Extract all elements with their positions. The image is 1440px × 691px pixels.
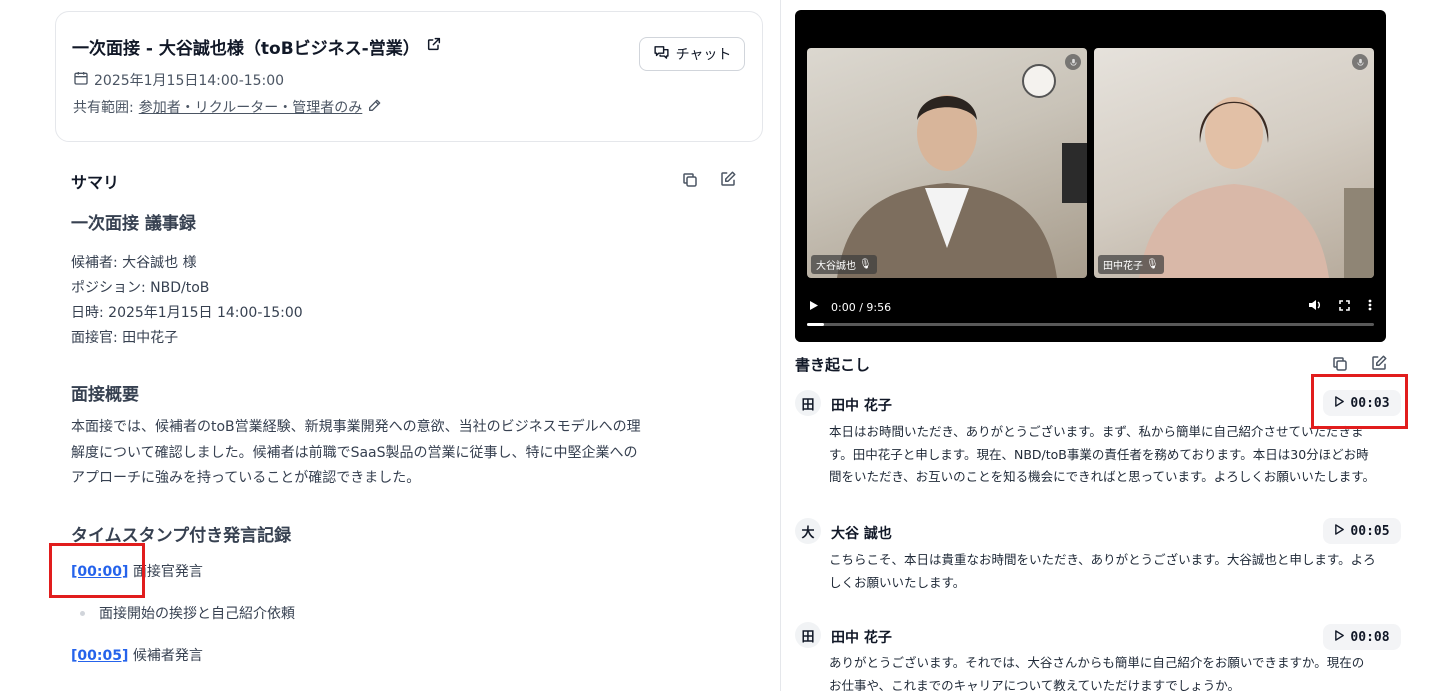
pencil-icon[interactable] bbox=[367, 97, 383, 117]
highlight-box-timestamp bbox=[49, 543, 145, 598]
summary-panel: 一次面接 - 大谷誠也様（toBビジネス-営業） チャット 2025年1月15日… bbox=[0, 0, 780, 691]
detail-datetime: 日時: 2025年1月15日 14:00-15:00 bbox=[71, 302, 303, 322]
detail-position: ポジション: NBD/toB bbox=[71, 277, 209, 297]
meeting-title[interactable]: 一次面接 - 大谷誠也様（toBビジネス-営業） bbox=[72, 34, 442, 59]
transcript-line: こちらこそ、本日は貴重なお時間をいただき、ありがとうございます。大谷誠也と申しま… bbox=[829, 552, 1376, 567]
transcript-line: お仕事や、これまでのキャリアについて教えていただけますでしょうか。 bbox=[829, 677, 1241, 691]
play-icon bbox=[1334, 629, 1345, 645]
overview-line: 解度について確認しました。候補者は前職でSaaS製品の営業に従事し、特に中堅企業… bbox=[71, 444, 638, 461]
person-silhouette-icon bbox=[1139, 97, 1374, 278]
meeting-date-row: 2025年1月15日14:00-15:00 bbox=[73, 70, 284, 90]
mic-icon bbox=[1352, 54, 1368, 70]
mic-icon bbox=[1065, 54, 1081, 70]
bullet-dot bbox=[80, 610, 85, 616]
calendar-icon bbox=[73, 70, 89, 90]
speaker-avatar: 田 bbox=[795, 390, 821, 416]
detail-label: 候補者: bbox=[71, 255, 118, 271]
speaker-name: 田中 花子 bbox=[831, 630, 892, 646]
video-tile-candidate: 大谷誠也 🎙 bbox=[807, 48, 1087, 278]
copy-icon[interactable] bbox=[1330, 354, 1350, 374]
video-progress-bar[interactable] bbox=[807, 323, 1374, 326]
overview-title: 面接概要 bbox=[71, 385, 139, 405]
participant-name: 田中花子 bbox=[1103, 261, 1143, 272]
edit-icon[interactable] bbox=[718, 169, 738, 189]
detail-label: 面接官: bbox=[71, 330, 118, 346]
detail-interviewer: 面接官: 田中花子 bbox=[71, 327, 178, 347]
highlight-box-transcript-timestamp bbox=[1311, 374, 1408, 429]
meeting-title-text: 一次面接 - 大谷誠也様（toBビジネス-営業） bbox=[72, 39, 420, 59]
play-icon[interactable] bbox=[809, 296, 819, 315]
fullscreen-icon[interactable] bbox=[1339, 296, 1350, 315]
record-row: [00:05] 候補者発言 bbox=[71, 645, 203, 665]
transcript-heading: 書き起こし bbox=[795, 356, 871, 374]
more-options-icon[interactable] bbox=[1368, 296, 1372, 315]
video-player[interactable]: 大谷誠也 🎙 田中花子 🎙 0:00 / 9:56 bbox=[795, 10, 1386, 342]
participant-name-tag: 田中花子 🎙 bbox=[1098, 255, 1164, 274]
transcript-line: す。田中花子と申します。現在、NBD/toB事業の責任者を務めております。本日は… bbox=[829, 446, 1369, 462]
timestamp-play-button[interactable]: 00:08 bbox=[1323, 624, 1401, 650]
detail-value: 田中花子 bbox=[122, 330, 179, 346]
transcript-text: ありがとうございます。それでは、大谷さんからも簡単に自己紹介をお願いできますか。… bbox=[829, 652, 1401, 691]
chat-icon bbox=[653, 44, 670, 65]
minutes-title: 一次面接 議事録 bbox=[71, 214, 196, 234]
share-scope-row: 共有範囲: 参加者・リクルーター・管理者のみ bbox=[73, 97, 383, 117]
meeting-date: 2025年1月15日14:00-15:00 bbox=[94, 73, 285, 89]
transcript-line: 間をいただき、お互いのことを知る機会にできればと思っています。よろしくお願いいた… bbox=[829, 469, 1376, 484]
speaker-avatar: 田 bbox=[795, 622, 821, 648]
timestamp-link[interactable]: [00:05] bbox=[71, 648, 128, 664]
speaker-name: 田中 花子 bbox=[831, 398, 892, 414]
copy-icon[interactable] bbox=[680, 170, 700, 190]
speaker-name: 大谷 誠也 bbox=[831, 526, 892, 542]
transcript-line: ありがとうございます。それでは、大谷さんからも簡単に自己紹介をお願いできますか。… bbox=[829, 655, 1365, 670]
participant-name-tag: 大谷誠也 🎙 bbox=[811, 255, 877, 274]
video-time: 0:00 / 9:56 bbox=[831, 301, 892, 314]
detail-label: ポジション: bbox=[71, 280, 146, 296]
edit-icon[interactable] bbox=[1369, 353, 1389, 373]
video-progress-fill bbox=[807, 323, 824, 326]
detail-candidate: 候補者: 大谷誠也 様 bbox=[71, 252, 197, 272]
share-scope-link[interactable]: 参加者・リクルーター・管理者のみ bbox=[139, 97, 363, 117]
chat-button[interactable]: チャット bbox=[639, 37, 745, 71]
timestamp-label: 00:05 bbox=[1350, 523, 1390, 539]
transcript-text: 本日はお時間いただき、ありがとうございます。まず、私から簡単に自己紹介させていた… bbox=[829, 421, 1401, 489]
detail-label: 日時: bbox=[71, 305, 104, 321]
summary-heading: サマリ bbox=[71, 173, 120, 192]
video-tile-interviewer: 田中花子 🎙 bbox=[1094, 48, 1374, 278]
timestamp-play-button[interactable]: 00:05 bbox=[1323, 518, 1401, 544]
overview-paragraph: 本面接では、候補者のtoB営業経験、新規事業開発への意欲、当社のビジネスモデルへ… bbox=[71, 415, 681, 492]
transcript-line: しくお願いいたします。 bbox=[829, 574, 966, 590]
record-bullet: 面接開始の挨拶と自己紹介依頼 bbox=[80, 603, 295, 623]
chat-button-label: チャット bbox=[675, 47, 732, 63]
detail-value: 大谷誠也 様 bbox=[122, 255, 197, 271]
speaker-avatar: 大 bbox=[795, 518, 821, 544]
detail-value: 2025年1月15日 14:00-15:00 bbox=[108, 305, 303, 321]
person-silhouette-icon bbox=[837, 64, 1087, 278]
detail-value: NBD/toB bbox=[150, 280, 210, 296]
overview-line: アプローチに強みを持っていることが確認できました。 bbox=[71, 470, 421, 486]
column-divider bbox=[780, 0, 781, 691]
video-controls: 0:00 / 9:56 bbox=[795, 282, 1386, 342]
volume-icon[interactable] bbox=[1308, 296, 1321, 315]
video-control-group bbox=[1308, 296, 1372, 315]
share-scope-label: 共有範囲: bbox=[73, 100, 134, 116]
mic-small-icon: 🎙 bbox=[1146, 259, 1159, 270]
record-bullet-text: 面接開始の挨拶と自己紹介依頼 bbox=[99, 606, 295, 622]
meeting-info-card: 一次面接 - 大谷誠也様（toBビジネス-営業） チャット 2025年1月15日… bbox=[55, 11, 763, 142]
transcript-text: こちらこそ、本日は貴重なお時間をいただき、ありがとうございます。大谷誠也と申しま… bbox=[829, 549, 1401, 594]
record-speaker: 候補者発言 bbox=[132, 648, 203, 664]
participant-name: 大谷誠也 bbox=[816, 261, 856, 272]
timestamp-label: 00:08 bbox=[1350, 629, 1390, 645]
overview-line: 本面接では、候補者のtoB営業経験、新規事業開発への意欲、当社のビジネスモデルへ… bbox=[71, 419, 641, 435]
external-link-icon[interactable] bbox=[426, 36, 442, 57]
mic-small-icon: 🎙 bbox=[859, 259, 872, 270]
play-icon bbox=[1334, 523, 1345, 539]
